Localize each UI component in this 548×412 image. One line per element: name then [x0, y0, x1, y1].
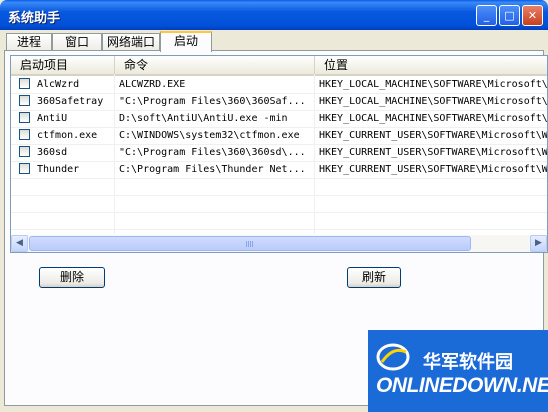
tab-network-ports[interactable]: 网络端口 — [102, 33, 160, 51]
enable-checkbox[interactable] — [19, 95, 30, 106]
item-location: HKEY_CURRENT_USER\SOFTWARE\Microsoft\Wi — [319, 164, 548, 175]
globe-icon — [376, 343, 410, 371]
tab-windows[interactable]: 窗口 — [52, 33, 102, 51]
watermark-cn-text: 华军软件园 — [423, 352, 513, 373]
close-button[interactable]: ✕ — [522, 5, 543, 26]
empty-row — [11, 212, 547, 230]
scrollbar-thumb[interactable] — [29, 236, 471, 251]
item-location: HKEY_LOCAL_MACHINE\SOFTWARE\Microsoft\W — [319, 79, 548, 90]
item-command: C:\WINDOWS\system32\ctfmon.exe — [119, 130, 300, 141]
item-command: C:\Program Files\Thunder Net... — [119, 164, 306, 175]
app-window: 系统助手 _ □ ✕ 进程 窗口 网络端口 启动 启动项目 命令 位置 AlcW… — [0, 0, 548, 412]
scroll-right-button[interactable]: ▶ — [530, 235, 547, 252]
enable-checkbox[interactable] — [19, 163, 30, 174]
list-item[interactable]: 360sd "C:\Program Files\360\360sd\... HK… — [11, 144, 547, 162]
list-item[interactable]: 360Safetray "C:\Program Files\360\360Saf… — [11, 93, 547, 111]
startup-list[interactable]: 启动项目 命令 位置 AlcWzrd ALCWZRD.EXE HKEY_LOCA… — [10, 55, 548, 253]
list-item[interactable]: AlcWzrd ALCWZRD.EXE HKEY_LOCAL_MACHINE\S… — [11, 76, 547, 94]
empty-row — [11, 178, 547, 196]
item-command: "C:\Program Files\360\360sd\... — [119, 147, 306, 158]
watermark-en-text: ONLINEDOWN.NET — [376, 374, 548, 397]
maximize-button[interactable]: □ — [499, 5, 520, 26]
tab-startup[interactable]: 启动 — [160, 31, 212, 52]
enable-checkbox[interactable] — [19, 112, 30, 123]
minimize-button[interactable]: _ — [476, 5, 497, 26]
window-title: 系统助手 — [8, 11, 61, 26]
refresh-button[interactable]: 刷新 — [347, 267, 401, 288]
item-location: HKEY_LOCAL_MACHINE\SOFTWARE\Microsoft\W — [319, 113, 548, 124]
scroll-left-button[interactable]: ◀ — [11, 235, 28, 252]
item-command: D:\soft\AntiU\AntiU.exe -min — [119, 113, 288, 124]
item-location: HKEY_CURRENT_USER\SOFTWARE\Microsoft\Wi — [319, 130, 548, 141]
item-name: Thunder — [37, 164, 80, 175]
empty-row — [11, 195, 547, 213]
title-bar[interactable]: 系统助手 _ □ ✕ — [0, 0, 548, 30]
item-name: 360sd — [37, 147, 68, 158]
list-item[interactable]: AntiU D:\soft\AntiU\AntiU.exe -min HKEY_… — [11, 110, 547, 128]
item-command: "C:\Program Files\360\360Saf... — [119, 96, 306, 107]
item-location: HKEY_LOCAL_MACHINE\SOFTWARE\Microsoft\W — [319, 96, 548, 107]
list-item[interactable]: Thunder C:\Program Files\Thunder Net... … — [11, 161, 547, 179]
item-command: ALCWZRD.EXE — [119, 79, 186, 90]
horizontal-scrollbar[interactable]: ◀ ▶ — [11, 235, 547, 252]
item-name: AntiU — [37, 113, 68, 124]
grip-icon — [246, 241, 254, 247]
column-header-location[interactable]: 位置 — [315, 56, 547, 74]
column-header-startup-item[interactable]: 启动项目 — [11, 56, 115, 74]
enable-checkbox[interactable] — [19, 78, 30, 89]
enable-checkbox[interactable] — [19, 146, 30, 157]
list-item[interactable]: ctfmon.exe C:\WINDOWS\system32\ctfmon.ex… — [11, 127, 547, 145]
column-header-command[interactable]: 命令 — [115, 56, 315, 74]
item-location: HKEY_CURRENT_USER\SOFTWARE\Microsoft\Wi — [319, 147, 548, 158]
item-name: AlcWzrd — [37, 79, 80, 90]
watermark-logo: 华军软件园 ONLINEDOWN.NET — [368, 330, 548, 412]
item-name: 360Safetray — [37, 96, 104, 107]
list-header: 启动项目 命令 位置 — [11, 56, 547, 76]
item-name: ctfmon.exe — [37, 130, 98, 141]
enable-checkbox[interactable] — [19, 129, 30, 140]
delete-button[interactable]: 删除 — [39, 267, 105, 288]
tab-processes[interactable]: 进程 — [6, 33, 52, 51]
